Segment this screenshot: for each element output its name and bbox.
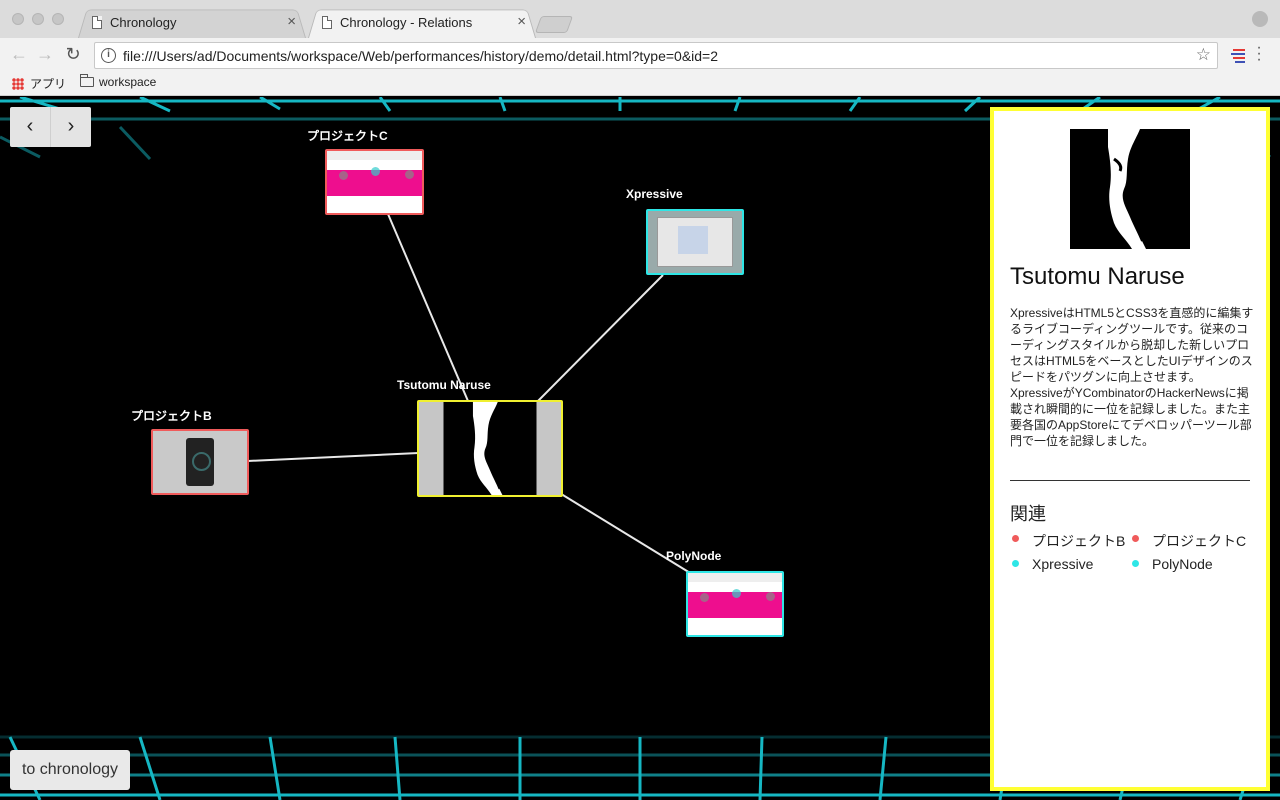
node-thumbnail <box>646 209 744 275</box>
new-tab-button[interactable] <box>534 16 574 33</box>
node-label: プロジェクトB <box>131 409 212 423</box>
window-minimize-button[interactable] <box>32 13 44 25</box>
node-xpressive[interactable]: Xpressive <box>626 187 744 275</box>
node-thumbnail <box>151 429 249 495</box>
node-projectc[interactable]: プロジェクトC <box>307 129 424 215</box>
bookmark-star-icon[interactable]: ☆ <box>1196 45 1211 65</box>
related-item-projectb[interactable]: プロジェクトB <box>1012 531 1125 551</box>
prev-button[interactable]: ‹ <box>10 107 50 147</box>
bullet-icon <box>1132 535 1139 542</box>
browser-toolbar: ← → ↻ i file:///Users/ad/Documents/works… <box>0 38 1280 72</box>
window-close-button[interactable] <box>12 13 24 25</box>
bookmark-apps[interactable]: アプリ <box>12 75 66 92</box>
related-item-xpressive[interactable]: Xpressive <box>1012 556 1093 572</box>
node-thumbnail <box>686 571 784 637</box>
menu-icon[interactable]: · · · <box>1254 40 1264 68</box>
node-label: プロジェクトC <box>307 129 388 143</box>
bookmark-workspace[interactable]: workspace <box>80 74 156 89</box>
related-item-projectc[interactable]: プロジェクトC <box>1132 531 1246 551</box>
node-label: Xpressive <box>626 187 683 201</box>
edge-xpressive <box>537 274 664 402</box>
node-projectb[interactable]: プロジェクトB <box>131 409 249 495</box>
detail-avatar <box>1070 129 1190 249</box>
tab-close-icon[interactable]: × <box>517 13 526 30</box>
edge-projectb <box>247 451 441 462</box>
node-center-tsutomu-naruse[interactable]: Tsutomu Naruse <box>397 378 563 497</box>
tab-title: Chronology <box>110 15 177 30</box>
back-icon[interactable]: ← <box>8 44 30 65</box>
tab-chronology[interactable]: Chronology × <box>78 7 306 38</box>
node-label: PolyNode <box>666 549 722 563</box>
history-nav: ‹ › <box>10 107 91 147</box>
edge-projectc <box>387 213 469 402</box>
bullet-icon <box>1012 535 1019 542</box>
reload-icon[interactable]: ↻ <box>62 44 84 65</box>
bookmarks-bar: アプリ workspace <box>0 72 1280 96</box>
divider <box>1010 480 1250 481</box>
url-text[interactable]: file:///Users/ad/Documents/workspace/Web… <box>123 48 718 64</box>
document-icon <box>92 16 102 29</box>
node-polynode[interactable]: PolyNode <box>666 549 784 637</box>
tab-chronology-relations[interactable]: Chronology - Relations × <box>308 7 536 38</box>
profile-icon[interactable] <box>1252 11 1268 27</box>
info-icon[interactable]: i <box>101 48 116 63</box>
extension-icon[interactable] <box>1230 46 1248 64</box>
address-bar[interactable]: i file:///Users/ad/Documents/workspace/W… <box>94 42 1218 69</box>
folder-icon <box>80 74 94 87</box>
document-icon <box>322 16 332 29</box>
bullet-icon <box>1132 560 1139 567</box>
browser-tab-bar: Chronology × Chronology - Relations × <box>0 0 1280 38</box>
detail-description: XpressiveはHTML5とCSS3を直感的に編集するライブコーディングツー… <box>1010 306 1254 448</box>
tab-title: Chronology - Relations <box>340 15 473 30</box>
detail-name: Tsutomu Naruse <box>1010 263 1185 290</box>
related-item-polynode[interactable]: PolyNode <box>1132 556 1213 572</box>
forward-icon[interactable]: → <box>34 44 56 65</box>
related-title: 関連 <box>1010 504 1046 524</box>
relations-page: プロジェクトC Xpressive プロジェクトB Tsutomu Naruse <box>0 97 1280 800</box>
to-chronology-button[interactable]: to chronology <box>10 750 130 790</box>
edge-polynode <box>539 480 701 580</box>
node-label: Tsutomu Naruse <box>397 378 491 392</box>
portrait-image <box>1070 129 1190 249</box>
next-button[interactable]: › <box>51 107 91 147</box>
node-thumbnail <box>417 400 563 497</box>
window-zoom-button[interactable] <box>52 13 64 25</box>
tab-close-icon[interactable]: × <box>287 13 296 30</box>
detail-panel: Tsutomu Naruse XpressiveはHTML5とCSS3を直感的に… <box>990 107 1270 791</box>
node-thumbnail <box>325 149 424 215</box>
apps-grid-icon <box>12 78 24 90</box>
portrait-image <box>443 402 537 495</box>
bullet-icon <box>1012 560 1019 567</box>
